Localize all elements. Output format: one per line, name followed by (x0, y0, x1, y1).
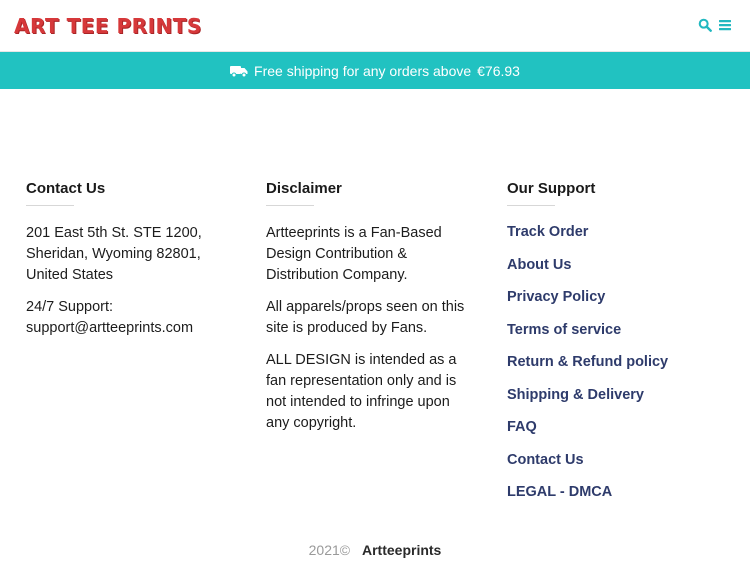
truck-icon (230, 65, 248, 77)
shipping-threshold: €76.93 (477, 62, 520, 79)
copyright-brand[interactable]: Artteeprints (362, 542, 441, 558)
return-refund-link[interactable]: Return & Refund policy (507, 354, 668, 370)
legal-dmca-link[interactable]: LEGAL - DMCA (507, 484, 612, 500)
contact-column: Contact Us 201 East 5th St. STE 1200, Sh… (26, 180, 246, 339)
menu-icon[interactable] (718, 17, 732, 33)
list-item: Return & Refund policy (507, 352, 727, 385)
about-us-link[interactable]: About Us (507, 257, 571, 273)
list-item: LEGAL - DMCA (507, 482, 727, 515)
list-item: Terms of service (507, 320, 727, 353)
copyright: 2021© Artteeprints (0, 542, 750, 558)
contact-heading: Contact Us (26, 180, 246, 206)
support-email[interactable]: support@artteeprints.com (26, 320, 193, 336)
header-actions (698, 17, 732, 33)
list-item: About Us (507, 255, 727, 288)
disclaimer-paragraph: Artteeprints is a Fan-Based Design Contr… (266, 225, 442, 283)
disclaimer-paragraph: All apparels/props seen on this site is … (266, 299, 465, 336)
shipping-delivery-link[interactable]: Shipping & Delivery (507, 387, 644, 403)
disclaimer-heading: Disclaimer (266, 180, 481, 206)
contact-us-link[interactable]: Contact Us (507, 452, 584, 468)
support-heading: Our Support (507, 180, 727, 206)
privacy-policy-link[interactable]: Privacy Policy (507, 289, 605, 305)
faq-link[interactable]: FAQ (507, 419, 537, 435)
support-info: 24/7 Support: support@artteeprints.com (26, 297, 246, 339)
disclaimer-column: Disclaimer Artteeprints is a Fan-Based D… (266, 180, 481, 434)
support-column: Our Support Track Order About Us Privacy… (507, 180, 727, 515)
terms-of-service-link[interactable]: Terms of service (507, 322, 621, 338)
site-logo[interactable]: ART TEE PRINTS (14, 14, 202, 38)
list-item: FAQ (507, 417, 727, 450)
list-item: Contact Us (507, 450, 727, 483)
support-links: Track Order About Us Privacy Policy Term… (507, 222, 727, 515)
copyright-year: 2021© (308, 542, 351, 558)
list-item: Track Order (507, 222, 727, 255)
track-order-link[interactable]: Track Order (507, 224, 588, 240)
list-item: Privacy Policy (507, 287, 727, 320)
free-shipping-banner: Free shipping for any orders above €76.9… (0, 52, 750, 89)
shipping-text: Free shipping for any orders above (254, 62, 472, 79)
list-item: Shipping & Delivery (507, 385, 727, 418)
disclaimer-paragraph: ALL DESIGN is intended as a fan represen… (266, 352, 457, 431)
search-icon[interactable] (698, 17, 712, 33)
contact-address: 201 East 5th St. STE 1200, Sheridan, Wyo… (26, 225, 202, 283)
support-label: 24/7 Support: (26, 299, 114, 315)
site-header: ART TEE PRINTS (0, 0, 750, 52)
